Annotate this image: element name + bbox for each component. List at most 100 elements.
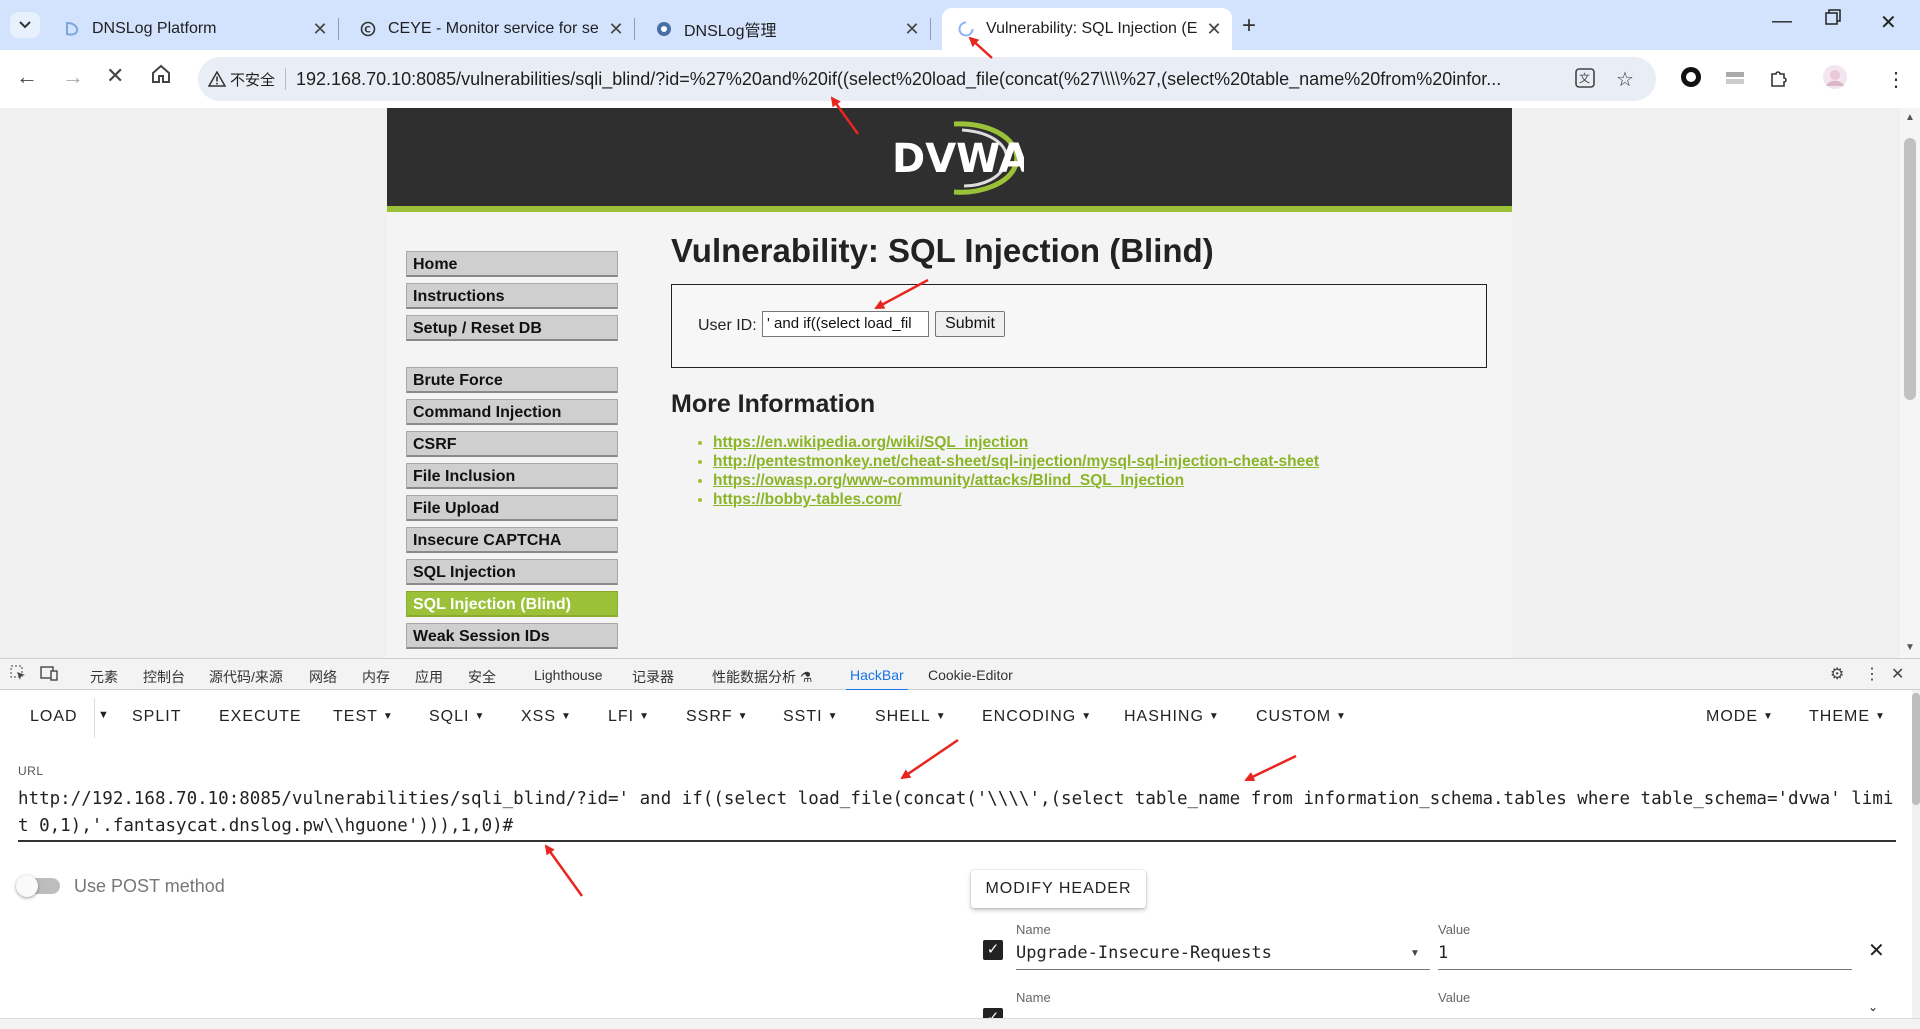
warning-icon: [208, 71, 226, 87]
hashing-menu[interactable]: HASHING ▼: [1124, 708, 1220, 726]
devtools-tab-application[interactable]: 应用: [415, 667, 443, 687]
scroll-up-icon[interactable]: ▲: [1905, 112, 1915, 123]
restore-icon[interactable]: [1824, 8, 1842, 32]
devtools-tab-lighthouse[interactable]: Lighthouse: [534, 667, 603, 683]
new-tab-icon[interactable]: +: [1242, 12, 1256, 40]
hackbar-scrollbar[interactable]: [1912, 690, 1920, 1029]
menu-item-home[interactable]: Home: [406, 251, 618, 277]
menu-item-file-inclusion[interactable]: File Inclusion: [406, 463, 618, 489]
menu-label: CUSTOM: [1256, 708, 1332, 725]
bottom-strip: [0, 1018, 1920, 1029]
menu-item-file-upload[interactable]: File Upload: [406, 495, 618, 521]
tab-search-button[interactable]: [10, 12, 40, 38]
flask-icon: ⚗: [799, 669, 813, 685]
sqli-menu[interactable]: SQLI ▼: [429, 708, 485, 726]
header-name-dropdown-icon[interactable]: ▼: [1410, 948, 1420, 959]
encoding-menu[interactable]: ENCODING ▼: [982, 708, 1092, 726]
header-name-input[interactable]: Upgrade-Insecure-Requests: [1016, 940, 1430, 970]
extension-record-icon[interactable]: [1680, 66, 1702, 94]
settings-gear-icon[interactable]: ⚙: [1830, 664, 1844, 684]
page-scrollbar[interactable]: ▲ ▼: [1900, 108, 1920, 658]
link-owasp[interactable]: https://owasp.org/www-community/attacks/…: [713, 472, 1184, 489]
list-item: https://en.wikipedia.org/wiki/SQL_inject…: [713, 433, 1319, 452]
tab-dnslog-admin[interactable]: DNSLog管理 ✕: [640, 8, 931, 50]
scrollbar-thumb[interactable]: [1904, 138, 1916, 400]
menu-item-brute-force[interactable]: Brute Force: [406, 367, 618, 393]
menu-item-sql-injection-blind[interactable]: SQL Injection (Blind): [406, 591, 618, 617]
devtools-tab-elements[interactable]: 元素: [90, 667, 118, 687]
post-method-toggle[interactable]: [16, 875, 60, 897]
more-menu-icon[interactable]: ⋮: [1886, 67, 1906, 92]
chevron-down-icon[interactable]: ⌄: [1868, 1000, 1878, 1014]
scrollbar-thumb[interactable]: [1912, 693, 1920, 805]
user-id-input[interactable]: ' and if((select load_fil: [762, 311, 929, 337]
devtools-tab-security[interactable]: 安全: [468, 667, 496, 687]
custom-menu[interactable]: CUSTOM ▼: [1256, 708, 1347, 726]
menu-item-sql-injection[interactable]: SQL Injection: [406, 559, 618, 585]
extensions-puzzle-icon[interactable]: [1768, 67, 1790, 95]
close-tab-icon[interactable]: ✕: [1204, 19, 1224, 40]
menu-item-instructions[interactable]: Instructions: [406, 283, 618, 309]
stop-loading-icon[interactable]: ✕: [106, 63, 124, 89]
close-tab-icon[interactable]: ✕: [902, 19, 922, 40]
submit-button[interactable]: Submit: [935, 311, 1005, 337]
inspect-element-icon[interactable]: [10, 665, 26, 686]
tab-sqli-blind[interactable]: Vulnerability: SQL Injection (E ✕: [942, 8, 1232, 50]
devtools-tab-recorder[interactable]: 记录器: [632, 667, 674, 687]
modify-header-button[interactable]: MODIFY HEADER: [971, 870, 1146, 908]
back-icon[interactable]: ←: [16, 64, 38, 90]
url-textarea[interactable]: http://192.168.70.10:8085/vulnerabilitie…: [18, 786, 1898, 840]
execute-button[interactable]: EXECUTE: [219, 708, 302, 726]
devtools-tab-hackbar[interactable]: HackBar: [846, 667, 908, 691]
xss-menu[interactable]: XSS ▼: [521, 708, 572, 726]
caret-down-icon: ▼: [474, 711, 486, 723]
devtools-tab-cookie-editor[interactable]: Cookie-Editor: [928, 667, 1013, 683]
mode-menu[interactable]: MODE ▼: [1706, 708, 1774, 726]
security-indicator[interactable]: 不安全: [208, 69, 275, 90]
address-bar[interactable]: 不安全 192.168.70.10:8085/vulnerabilities/s…: [198, 57, 1656, 101]
split-button[interactable]: SPLIT: [132, 708, 181, 726]
load-button[interactable]: LOAD: [30, 708, 78, 726]
header-value-input[interactable]: 1: [1438, 940, 1852, 970]
shell-menu[interactable]: SHELL ▼: [875, 708, 947, 726]
load-dropdown-icon[interactable]: ▼: [98, 709, 110, 721]
device-toolbar-icon[interactable]: [40, 665, 58, 686]
ssrf-menu[interactable]: SSRF ▼: [686, 708, 749, 726]
devtools-tab-console[interactable]: 控制台: [143, 667, 185, 687]
menu-item-insecure-captcha[interactable]: Insecure CAPTCHA: [406, 527, 618, 553]
lfi-menu[interactable]: LFI ▼: [608, 708, 650, 726]
devtools-tab-memory[interactable]: 内存: [362, 667, 390, 687]
close-tab-icon[interactable]: ✕: [310, 19, 330, 40]
extension-icon[interactable]: [1724, 67, 1746, 95]
close-tab-icon[interactable]: ✕: [606, 19, 626, 40]
minimize-icon[interactable]: —: [1772, 10, 1792, 33]
theme-menu[interactable]: THEME ▼: [1809, 708, 1886, 726]
link-bobby-tables[interactable]: https://bobby-tables.com/: [713, 491, 902, 508]
tab-dnslog-platform[interactable]: DNSLog Platform ✕: [48, 8, 339, 50]
devtools-more-icon[interactable]: ⋮: [1864, 664, 1880, 684]
devtools-tab-sources[interactable]: 源代码/来源: [209, 667, 283, 687]
address-text[interactable]: 192.168.70.10:8085/vulnerabilities/sqli_…: [296, 69, 1561, 90]
menu-item-weak-session-ids[interactable]: Weak Session IDs: [406, 623, 618, 649]
tab-ceye[interactable]: C CEYE - Monitor service for se ✕: [344, 8, 635, 50]
forward-icon[interactable]: →: [62, 64, 84, 90]
close-devtools-icon[interactable]: ✕: [1891, 664, 1904, 684]
bookmark-star-icon[interactable]: ☆: [1616, 67, 1634, 92]
ssti-menu[interactable]: SSTI ▼: [783, 708, 838, 726]
menu-item-setup[interactable]: Setup / Reset DB: [406, 315, 618, 341]
devtools-tab-performance[interactable]: 性能数据分析 ⚗: [712, 667, 812, 687]
header-enabled-checkbox[interactable]: ✓: [983, 940, 1003, 960]
scroll-down-icon[interactable]: ▼: [1905, 642, 1915, 653]
devtools-tab-network[interactable]: 网络: [309, 667, 337, 687]
security-label: 不安全: [230, 71, 276, 89]
test-menu[interactable]: TEST ▼: [333, 708, 394, 726]
delete-header-icon[interactable]: ✕: [1868, 938, 1885, 963]
translate-icon[interactable]: 文: [1574, 67, 1596, 95]
menu-item-command-injection[interactable]: Command Injection: [406, 399, 618, 425]
close-window-icon[interactable]: ✕: [1880, 10, 1897, 35]
link-wikipedia[interactable]: https://en.wikipedia.org/wiki/SQL_inject…: [713, 434, 1028, 451]
menu-item-csrf[interactable]: CSRF: [406, 431, 618, 457]
home-icon[interactable]: [150, 63, 172, 91]
link-pentestmonkey[interactable]: http://pentestmonkey.net/cheat-sheet/sql…: [713, 453, 1319, 470]
profile-avatar[interactable]: [1822, 64, 1848, 96]
